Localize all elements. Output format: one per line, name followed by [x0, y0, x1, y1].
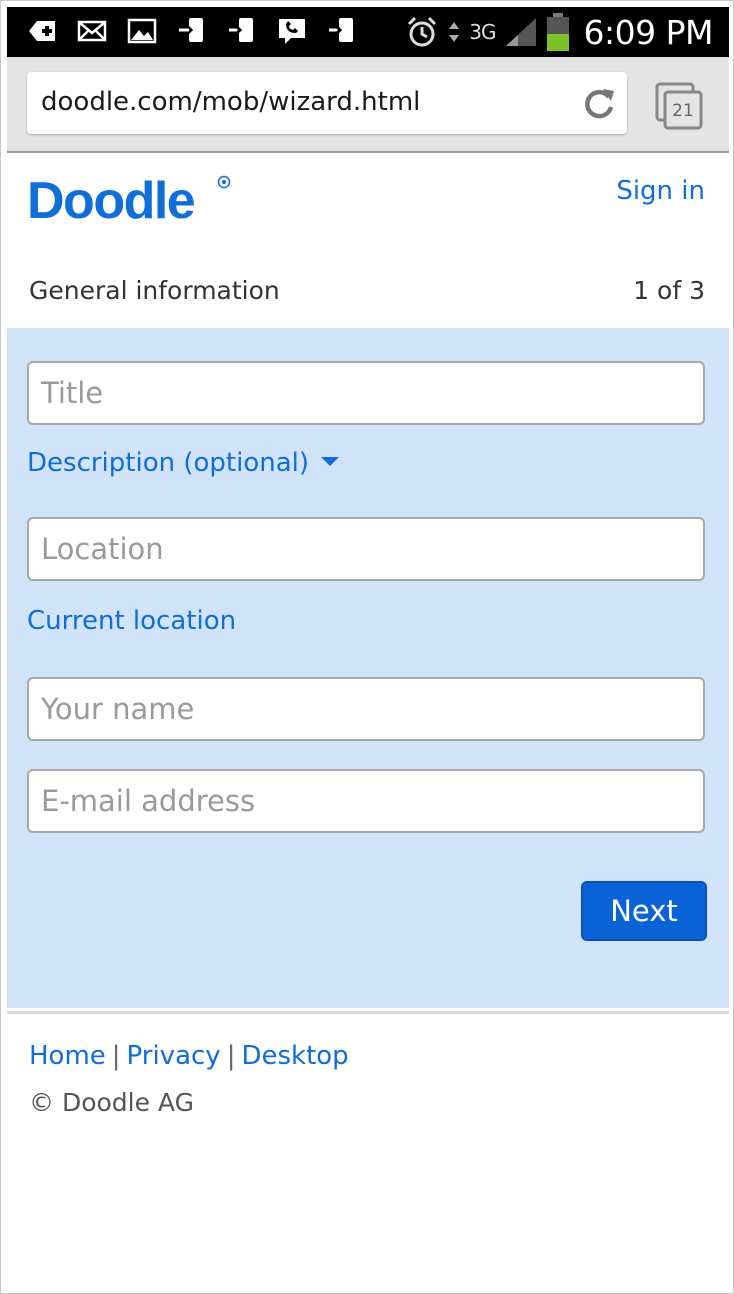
url-bar[interactable]: doodle.com/mob/wizard.html	[27, 72, 627, 134]
voicemail-icon	[279, 19, 305, 44]
url-text[interactable]: doodle.com/mob/wizard.html	[41, 87, 420, 117]
current-location-link[interactable]: Current location	[27, 606, 236, 636]
notification-icons	[27, 16, 357, 46]
footer-divider	[7, 1011, 729, 1014]
plus-notification-icon	[29, 21, 55, 41]
reload-icon[interactable]	[581, 85, 617, 121]
status-bar: 3G 6:09 PM	[7, 7, 729, 57]
network-type: 3G	[469, 20, 496, 44]
desktop-link[interactable]: Desktop	[241, 1041, 348, 1071]
system-indicators: 3G 6:09 PM	[405, 7, 714, 57]
data-arrows-icon	[449, 22, 460, 42]
tabs-button[interactable]: 21	[655, 82, 703, 130]
location-input[interactable]	[27, 517, 705, 581]
name-input[interactable]	[27, 677, 705, 741]
step-indicator: 1 of 3	[633, 276, 705, 305]
footer-separator: |	[226, 1041, 236, 1071]
registered-mark-icon	[217, 175, 231, 189]
tabs-icon: 21	[655, 82, 703, 130]
browser-toolbar: doodle.com/mob/wizard.html 21	[7, 57, 729, 153]
mail-icon	[77, 20, 107, 42]
app-frame: 3G 6:09 PM doodle.com/mob/wizard.html 21…	[0, 0, 734, 1294]
alarm-icon	[408, 16, 437, 47]
email-input[interactable]	[27, 769, 705, 833]
footer-separator: |	[111, 1041, 121, 1071]
section-title: General information	[29, 276, 280, 305]
image-icon	[127, 18, 157, 44]
sign-in-link[interactable]: Sign in	[616, 176, 705, 206]
battery-icon	[546, 13, 569, 51]
chevron-down-icon	[321, 457, 340, 466]
next-button[interactable]: Next	[581, 881, 707, 941]
usb-icon	[329, 18, 353, 42]
footer-links: Home | Privacy | Desktop	[29, 1041, 349, 1071]
home-link[interactable]: Home	[29, 1041, 106, 1071]
usb-icon	[229, 18, 253, 42]
description-toggle[interactable]: Description (optional)	[27, 448, 340, 478]
signal-icon	[505, 18, 536, 46]
usb-icon	[179, 18, 203, 42]
description-toggle-label: Description (optional)	[27, 448, 310, 478]
doodle-logo[interactable]: Doodle	[27, 171, 196, 231]
clock: 6:09 PM	[583, 12, 714, 52]
tab-count: 21	[672, 101, 694, 121]
title-input[interactable]	[27, 361, 705, 425]
copyright: © Doodle AG	[29, 1088, 194, 1117]
privacy-link[interactable]: Privacy	[127, 1041, 221, 1071]
wizard-form: Description (optional) Current location …	[7, 328, 729, 1008]
